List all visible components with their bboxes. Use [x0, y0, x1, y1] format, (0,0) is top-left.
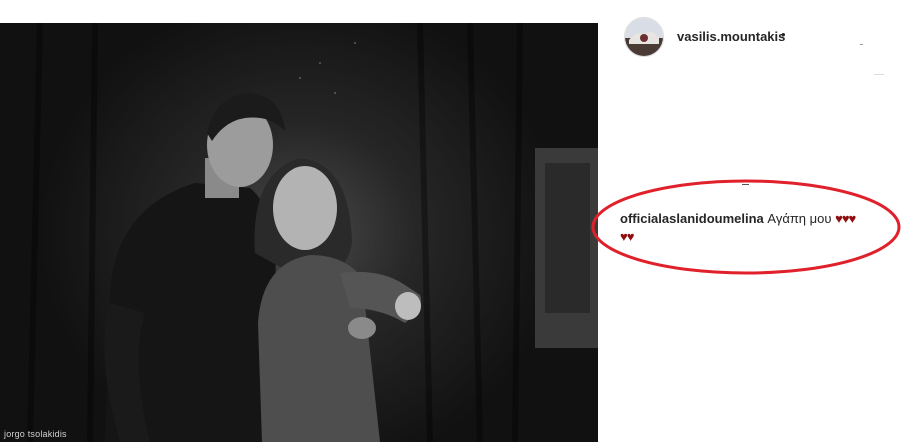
header-username[interactable]: vasilis.mountakis [677, 29, 785, 44]
header-separator: • [781, 27, 786, 42]
avatar-image [625, 18, 663, 56]
post-sidebar: vasilis.mountakis • officialaslanidoumel… [598, 0, 906, 442]
follow-indicator [860, 44, 863, 45]
photo-credit: jorgo tsolakidis [4, 429, 67, 439]
post-photo[interactable]: jorgo tsolakidis [0, 23, 598, 442]
comment-username[interactable]: officialaslanidoumelina [620, 211, 764, 226]
divider [874, 74, 884, 75]
comment: officialaslanidoumelina Αγάπη μου ♥♥♥ ♥♥ [620, 210, 890, 246]
post-photo-pane: jorgo tsolakidis [0, 0, 598, 442]
avatar[interactable] [624, 17, 664, 57]
comment-text: Αγάπη μου [767, 211, 832, 226]
comment-divider [742, 184, 749, 185]
heart-icons-line2: ♥♥ [620, 229, 634, 244]
heart-icons-line1: ♥♥♥ [835, 211, 856, 226]
photo-illustration [27, 23, 598, 442]
